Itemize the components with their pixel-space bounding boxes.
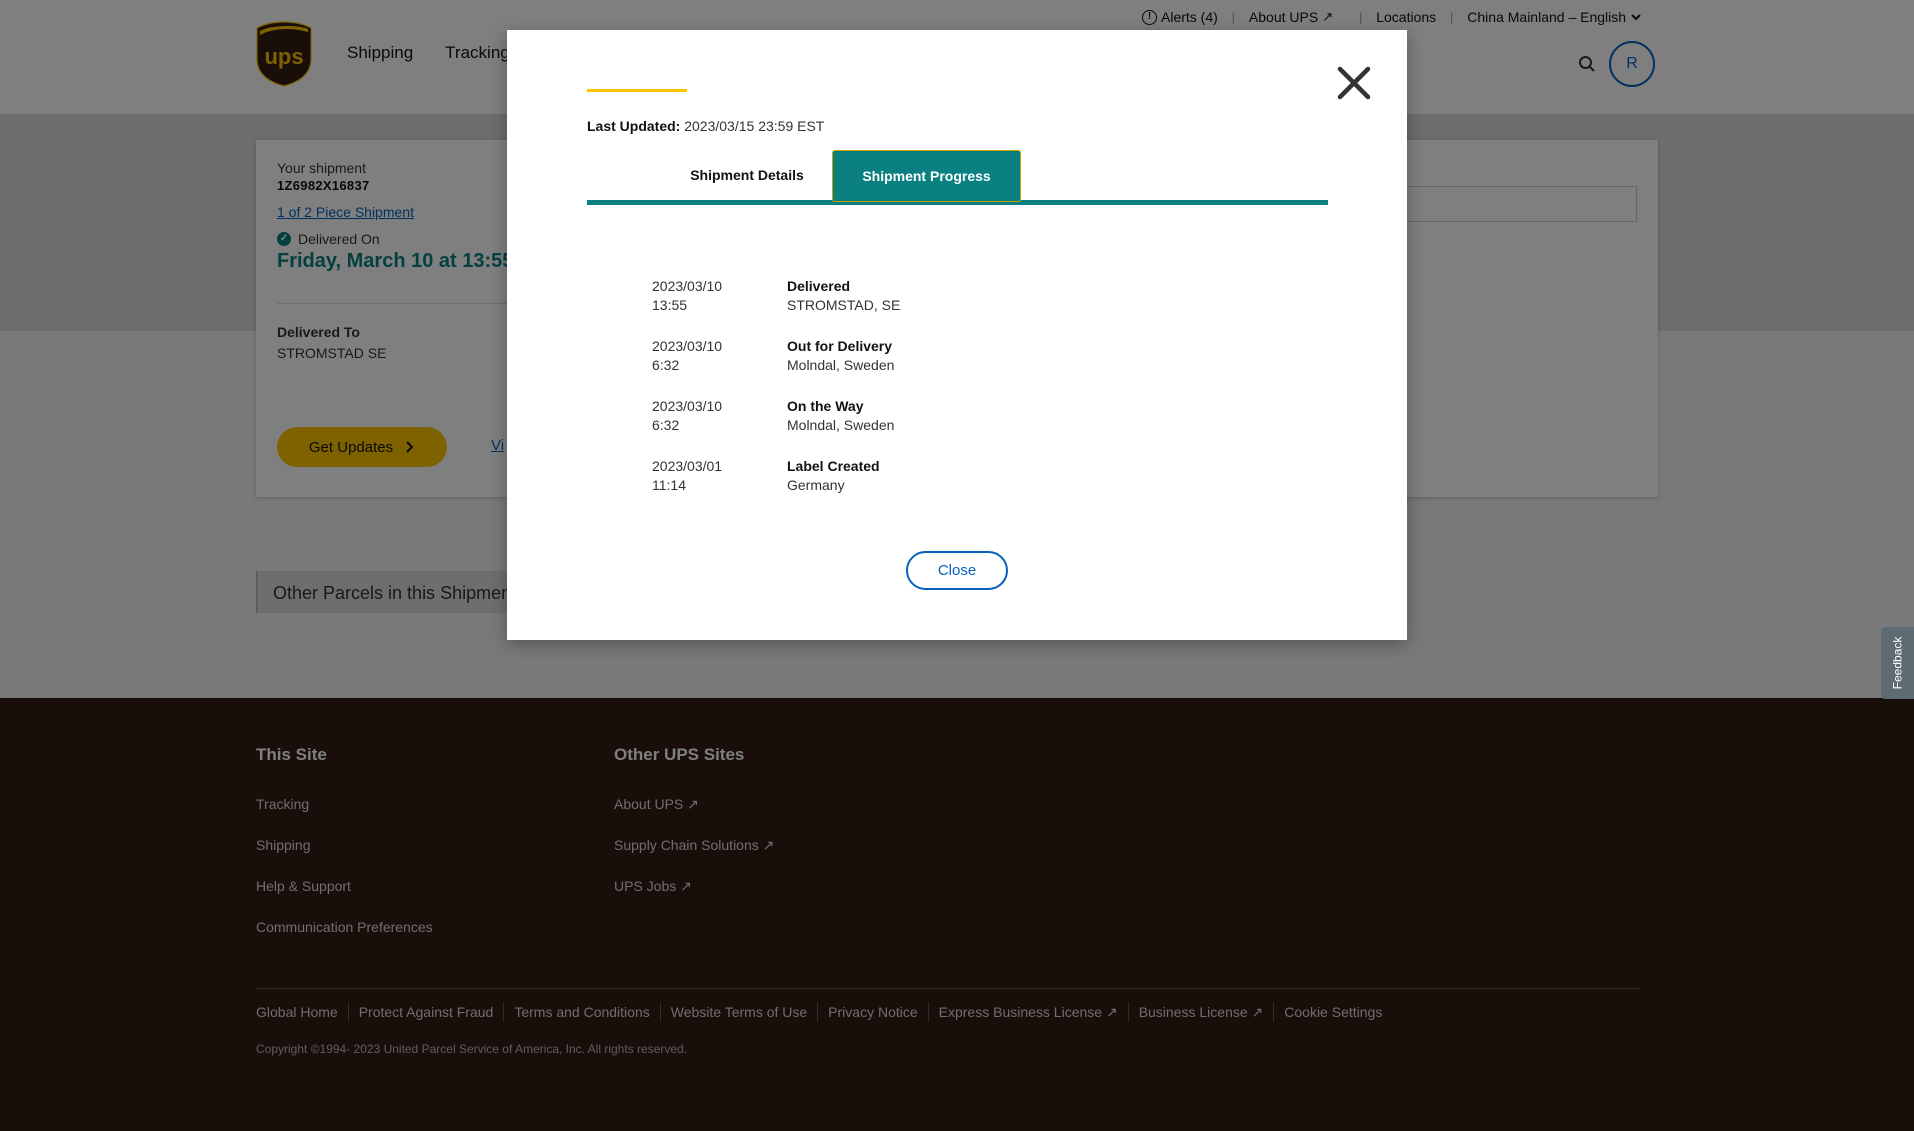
tab-shipment-progress[interactable]: Shipment Progress (832, 150, 1021, 202)
event-info: On the Way Molndal, Sweden (787, 397, 894, 457)
event-location: Molndal, Sweden (787, 417, 895, 433)
last-updated: Last Updated: 2023/03/15 23:59 EST (587, 118, 824, 134)
feedback-label: Feedback (1890, 636, 1905, 690)
event-info: Label Created Germany (787, 457, 880, 517)
event-datetime: 2023/03/10 6:32 (652, 337, 787, 397)
progress-event: 2023/03/10 6:32 Out for Delivery Molndal… (652, 337, 1252, 397)
shipment-progress-modal: Last Updated: 2023/03/15 23:59 EST Shipm… (507, 30, 1407, 640)
event-location: Molndal, Sweden (787, 357, 895, 373)
event-time: 13:55 (652, 297, 688, 313)
event-status: Out for Delivery (787, 338, 893, 354)
event-datetime: 2023/03/10 13:55 (652, 277, 787, 337)
event-status: Label Created (787, 458, 880, 474)
event-status: On the Way (787, 398, 864, 414)
event-time: 11:14 (652, 477, 686, 493)
event-date: 2023/03/01 (652, 458, 723, 474)
event-info: Delivered STROMSTAD, SE (787, 277, 900, 337)
close-button[interactable]: Close (906, 551, 1008, 590)
event-info: Out for Delivery Molndal, Sweden (787, 337, 894, 397)
progress-event: 2023/03/10 6:32 On the Way Molndal, Swed… (652, 397, 1252, 457)
event-date: 2023/03/10 (652, 338, 723, 354)
close-icon[interactable] (1334, 63, 1374, 103)
event-datetime: 2023/03/10 6:32 (652, 397, 787, 457)
progress-event: 2023/03/10 13:55 Delivered STROMSTAD, SE (652, 277, 1252, 337)
last-updated-label: Last Updated: (587, 118, 681, 134)
event-location: Germany (787, 477, 845, 493)
event-status: Delivered (787, 278, 851, 294)
tab-shipment-details[interactable]: Shipment Details (657, 153, 837, 197)
progress-event: 2023/03/01 11:14 Label Created Germany (652, 457, 1252, 517)
event-date: 2023/03/10 (652, 278, 723, 294)
event-datetime: 2023/03/01 11:14 (652, 457, 787, 517)
event-time: 6:32 (652, 417, 680, 433)
last-updated-value: 2023/03/15 23:59 EST (684, 118, 825, 134)
progress-events: 2023/03/10 13:55 Delivered STROMSTAD, SE… (652, 277, 1252, 517)
modal-accent-bar (587, 89, 687, 92)
feedback-tab[interactable]: Feedback (1881, 627, 1914, 699)
event-location: STROMSTAD, SE (787, 297, 901, 313)
event-time: 6:32 (652, 357, 680, 373)
event-date: 2023/03/10 (652, 398, 723, 414)
